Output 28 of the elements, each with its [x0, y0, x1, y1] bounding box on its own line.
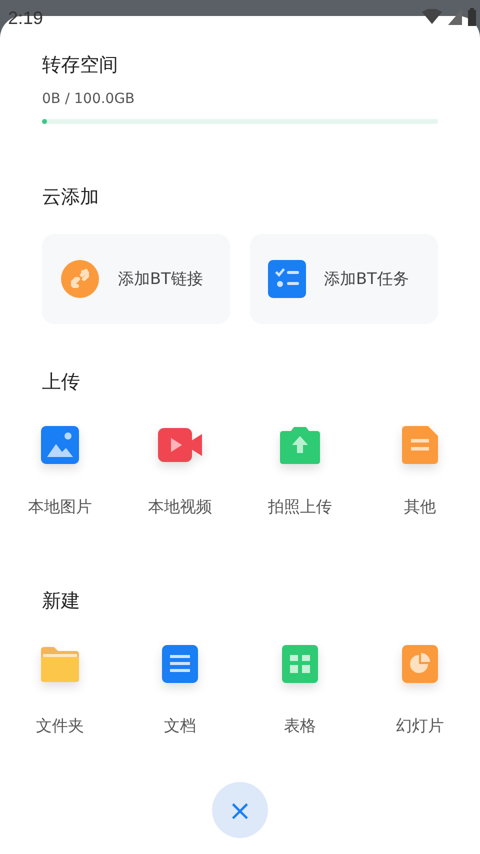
section-title: 转存空间	[42, 53, 119, 78]
table-icon	[282, 645, 318, 683]
wifi-icon	[422, 9, 442, 25]
grid-button[interactable]: 拍照上传	[268, 425, 332, 518]
storage-usage: 0B / 100.0GB	[42, 91, 136, 107]
link-icon	[60, 259, 100, 299]
grid-button[interactable]: 表格	[282, 644, 318, 737]
add-card[interactable]: 添加BT链接	[42, 234, 230, 324]
document-icon	[402, 426, 438, 464]
add-card[interactable]: 添加BT任务	[250, 234, 438, 324]
section-title: 上传	[42, 370, 81, 395]
grid-button[interactable]: 本地视频	[148, 425, 212, 518]
checklist-icon	[268, 260, 306, 298]
battery-icon	[468, 8, 476, 26]
camera-upload-icon	[280, 426, 320, 464]
folder-icon	[41, 646, 79, 682]
grid-button[interactable]: 幻灯片	[396, 644, 444, 737]
grid-button[interactable]: 其他	[402, 425, 438, 518]
document-icon	[162, 645, 198, 683]
grid-button[interactable]: 本地图片	[28, 425, 92, 518]
section-title: 新建	[42, 589, 81, 614]
image-icon	[41, 426, 79, 464]
signal-icon	[448, 9, 462, 25]
grid-button[interactable]: 文件夹	[36, 644, 84, 737]
pie-chart-icon	[402, 645, 438, 683]
video-camera-icon	[158, 427, 202, 463]
grid-button[interactable]: 文档	[162, 644, 198, 737]
section-title: 云添加	[42, 185, 100, 210]
